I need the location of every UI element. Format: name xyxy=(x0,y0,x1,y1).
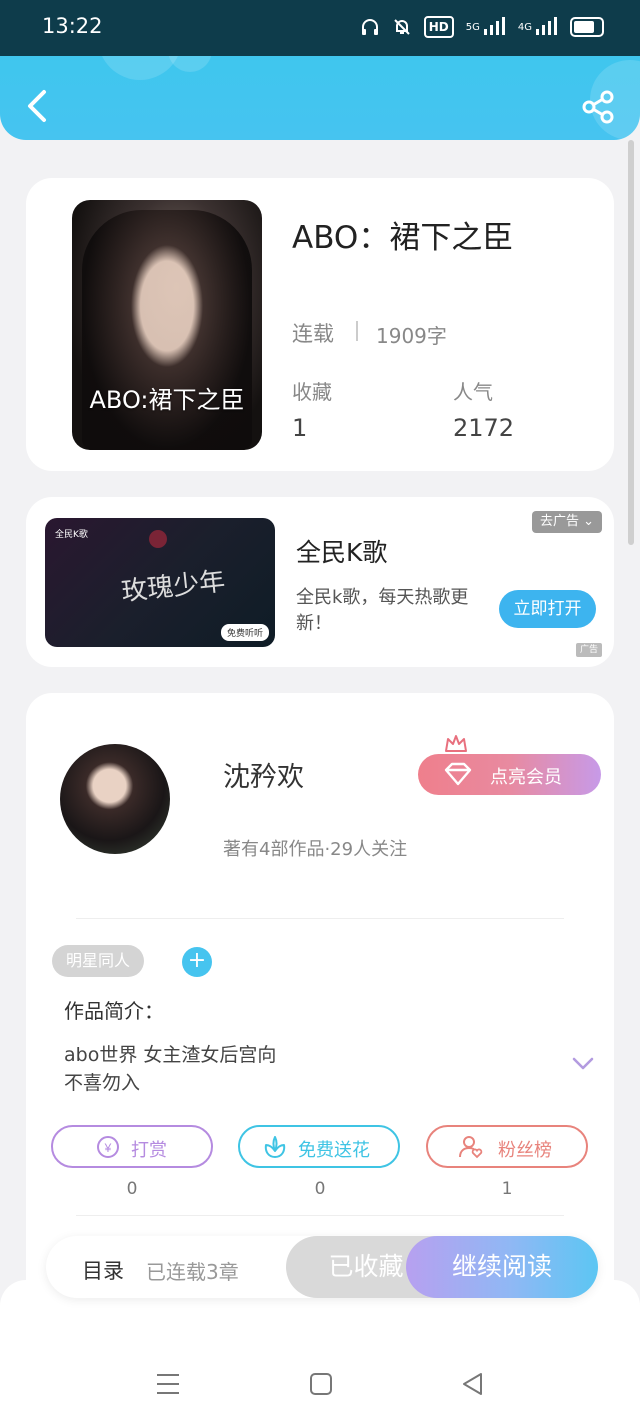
remove-ad-button[interactable]: 去广告 ⌄ xyxy=(531,511,602,533)
author-info: 著有4部作品·29人关注 xyxy=(223,839,408,860)
divider xyxy=(356,321,358,341)
scrollbar[interactable] xyxy=(628,140,634,545)
favorites-label: 收藏 xyxy=(292,380,332,404)
ad-description: 全民k歌，每天热歌更新！ xyxy=(296,587,469,634)
book-cover[interactable]: ABO:裙下之臣 xyxy=(72,200,262,450)
genre-tag[interactable]: 明星同人 xyxy=(52,945,145,977)
share-icon xyxy=(582,90,614,124)
ad-mini-badge: 广告 xyxy=(575,643,602,657)
diamond-icon xyxy=(444,762,472,786)
fan-count: 1 xyxy=(501,1179,513,1199)
send-flower-label: 免费送花 xyxy=(298,1140,370,1161)
author-name[interactable]: 沈矜欢 xyxy=(223,755,304,794)
tip-count: 0 xyxy=(126,1179,138,1199)
5g-signal-icon: 5G xyxy=(466,16,506,38)
4g-label: 4G xyxy=(517,21,532,33)
remove-ad-label: 去广告 xyxy=(539,514,579,529)
tip-label: 打赏 xyxy=(131,1140,167,1161)
send-flower-button[interactable]: 免费送花 xyxy=(238,1125,400,1168)
rose-graphic xyxy=(149,530,167,548)
add-tag-button[interactable]: + xyxy=(182,947,212,977)
ad-image[interactable]: 全民K歌 玫瑰少年 免费听听 xyxy=(45,518,275,647)
flower-count: 0 xyxy=(314,1179,326,1199)
hd-badge-icon: HD xyxy=(423,16,454,38)
system-nav-bar xyxy=(0,1280,640,1422)
flower-icon xyxy=(264,1136,286,1158)
continue-reading-button[interactable]: 继续阅读 xyxy=(406,1236,598,1298)
chevron-left-icon xyxy=(28,90,46,122)
book-info-card: ABO:裙下之臣 ABO：裙下之臣 连载 1909字 收藏 1 人气 2172 xyxy=(26,178,614,471)
divider xyxy=(76,918,564,919)
toc-button[interactable]: 目录 xyxy=(82,1255,124,1285)
chevron-down-icon[interactable] xyxy=(572,1057,594,1071)
status-bar: 13:22 HD 5G 4G xyxy=(0,0,640,56)
mute-icon xyxy=(392,16,412,38)
5g-label: 5G xyxy=(465,21,480,33)
ad-open-button[interactable]: 立即打开 xyxy=(499,590,596,628)
ad-image-pill: 免费听听 xyxy=(220,624,269,641)
svg-text:¥: ¥ xyxy=(104,1141,112,1155)
favorites-value: 1 xyxy=(292,414,308,442)
tip-button[interactable]: ¥ 打赏 xyxy=(51,1125,213,1168)
status-time: 13:22 xyxy=(42,14,103,38)
top-header: 13:22 HD 5G 4G xyxy=(0,0,640,140)
popularity-label: 人气 xyxy=(453,380,493,404)
divider xyxy=(76,1215,564,1216)
crown-icon xyxy=(445,735,467,752)
fan-ranking-button[interactable]: 粉丝榜 xyxy=(426,1125,588,1168)
menu-icon[interactable] xyxy=(154,1370,182,1398)
author-avatar[interactable] xyxy=(60,744,170,854)
author-card: 沈矜欢 著有4部作品·29人关注 点亮会员 明星同人 + 作品简介： abo世界… xyxy=(26,693,614,1313)
popularity-value: 2172 xyxy=(453,414,515,442)
book-status: 连载 xyxy=(292,322,334,346)
word-count: 1909字 xyxy=(376,324,447,348)
intro-heading: 作品简介： xyxy=(64,999,164,1023)
yen-coin-icon: ¥ xyxy=(97,1136,119,1158)
battery-icon xyxy=(570,17,604,37)
vip-button[interactable]: 点亮会员 xyxy=(418,754,601,795)
ad-image-logo: 全民K歌 xyxy=(55,530,88,540)
ad-card[interactable]: 全民K歌 玫瑰少年 免费听听 全民K歌 全民k歌，每天热歌更新！ 立即打开 去广… xyxy=(26,497,614,667)
fan-ranking-label: 粉丝榜 xyxy=(498,1140,552,1161)
4g-signal-icon: 4G xyxy=(518,16,558,38)
status-icons: HD 5G 4G xyxy=(360,16,604,38)
bottom-action-bar: 目录 已连载3章 已收藏 继续阅读 xyxy=(46,1236,598,1298)
intro-line: abo世界 女主渣女后宫向 xyxy=(64,1044,277,1066)
headphones-icon xyxy=(360,16,380,38)
ad-title: 全民K歌 xyxy=(296,538,388,567)
intro-text: abo世界 女主渣女后宫向 不喜勿入 xyxy=(64,1041,484,1097)
intro-line: 不喜勿入 xyxy=(64,1072,141,1094)
ad-image-script: 玫瑰少年 xyxy=(119,566,227,608)
user-heart-icon xyxy=(459,1136,483,1159)
book-title: ABO：裙下之臣 xyxy=(292,220,514,256)
back-triangle-icon[interactable] xyxy=(459,1370,487,1398)
home-square-icon[interactable] xyxy=(307,1370,335,1398)
back-button[interactable] xyxy=(22,88,52,124)
share-button[interactable] xyxy=(582,90,616,124)
chapter-count: 已连载3章 xyxy=(146,1260,239,1284)
vip-button-label: 点亮会员 xyxy=(490,767,562,788)
cover-title: ABO:裙下之臣 xyxy=(89,386,245,414)
